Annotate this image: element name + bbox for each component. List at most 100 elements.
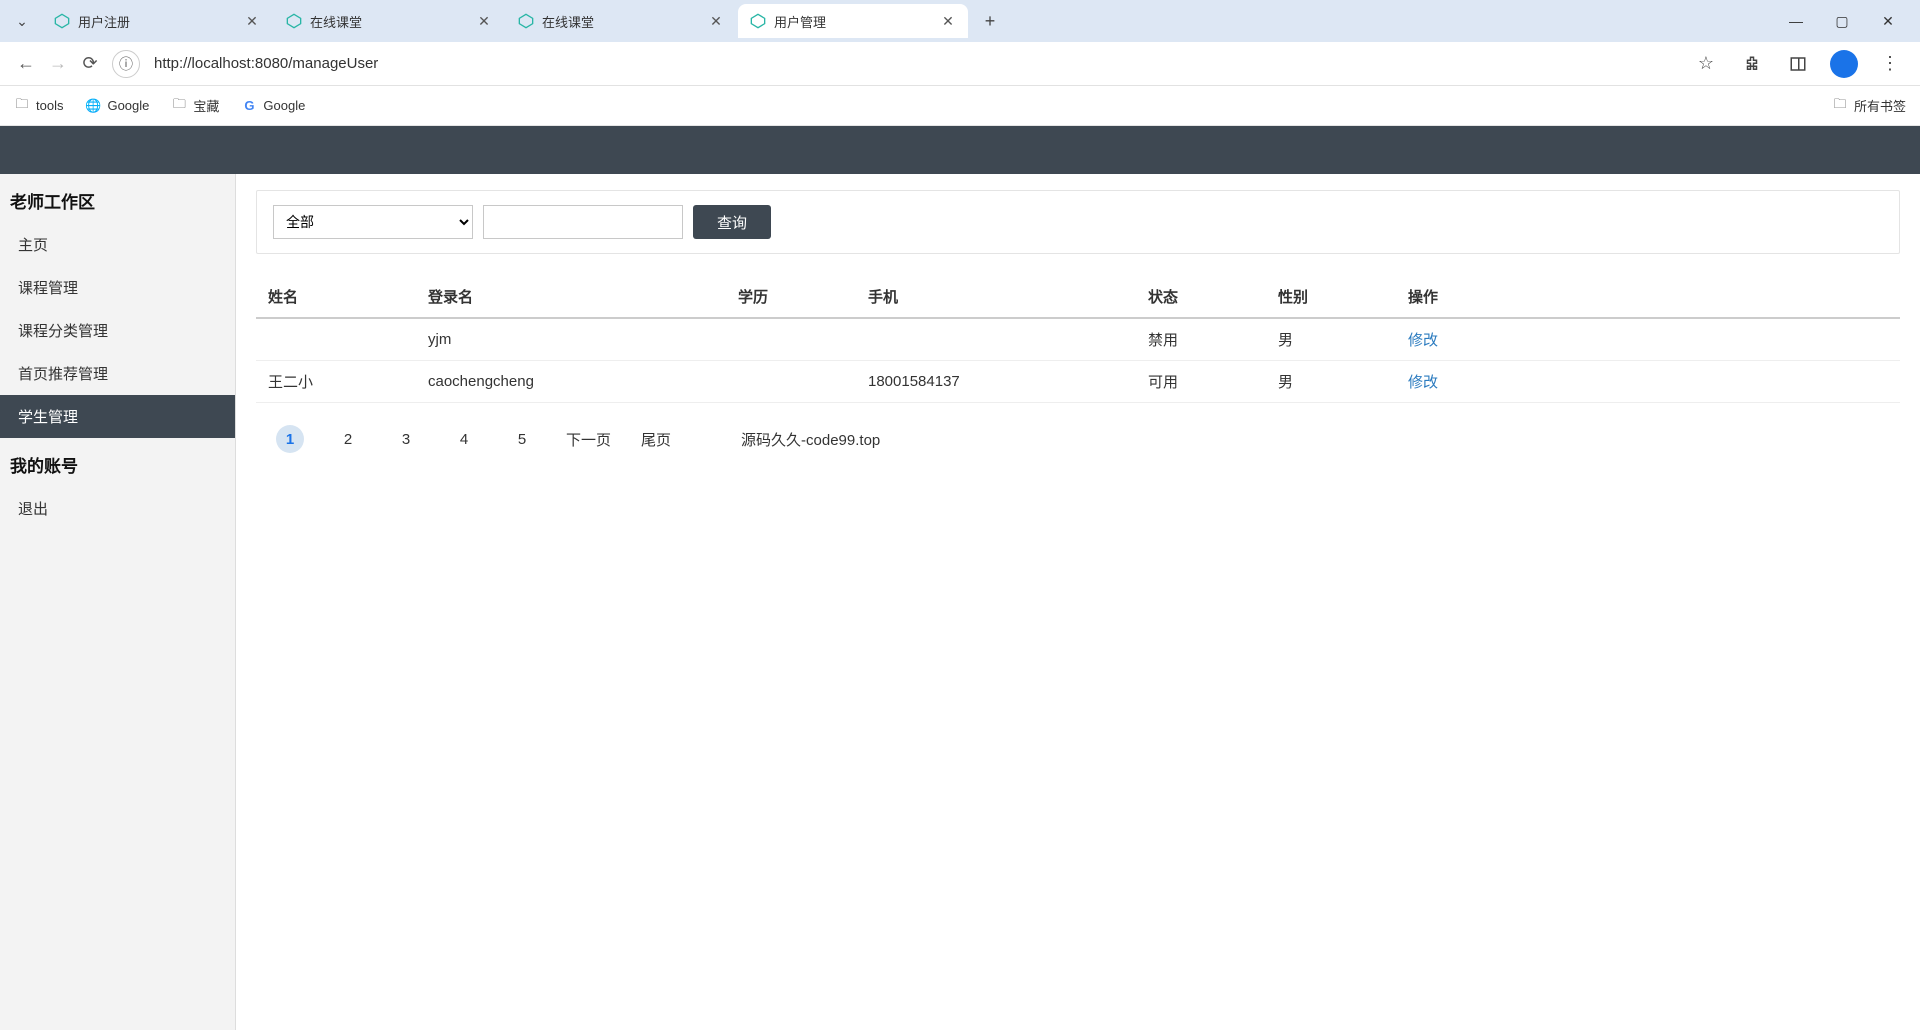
folder-icon: 🗀	[171, 98, 187, 114]
tab-title: 用户注册	[78, 12, 236, 31]
col-login: 登录名	[416, 276, 726, 318]
col-edu: 学历	[726, 276, 856, 318]
google-g-icon: G	[241, 98, 257, 114]
extensions-icon[interactable]	[1738, 50, 1766, 78]
sidebar-item-logout[interactable]: 退出	[0, 487, 235, 530]
cell-edu	[726, 318, 856, 361]
side-panel-icon[interactable]	[1784, 50, 1812, 78]
bookmark-label: Google	[107, 98, 149, 113]
search-button[interactable]: 查询	[693, 205, 771, 239]
bookmark-baozang[interactable]: 🗀 宝藏	[171, 96, 219, 115]
sidebar-item-course[interactable]: 课程管理	[0, 266, 235, 309]
col-phone: 手机	[856, 276, 1136, 318]
browser-tab-active[interactable]: 用户管理 ✕	[738, 4, 968, 38]
col-status: 状态	[1136, 276, 1266, 318]
all-bookmarks[interactable]: 🗀 所有书签	[1832, 96, 1906, 115]
browser-tab[interactable]: 在线课堂 ✕	[506, 4, 736, 38]
content-area: 全部 查询 姓名 登录名 学历 手机 状态 性别 操作 yj	[236, 174, 1920, 1030]
main-layout: code51.cncode51.cncode51.cncode51.cncode…	[0, 174, 1920, 1030]
url-text[interactable]: http://localhost:8080/manageUser	[154, 55, 378, 72]
sidebar-item-category[interactable]: 课程分类管理	[0, 309, 235, 352]
tab-title: 在线课堂	[542, 12, 700, 31]
browser-tab-strip: ⌄ 用户注册 ✕ 在线课堂 ✕ 在线课堂 ✕ 用户管理 ✕ + ― ▢ ✕	[0, 0, 1920, 42]
app-topbar	[0, 126, 1920, 174]
page-next[interactable]: 下一页	[566, 429, 611, 450]
table-row: yjm 禁用 男 修改	[256, 318, 1900, 361]
tab-favicon-icon	[750, 13, 766, 29]
sidebar-item-student[interactable]: 学生管理	[0, 395, 235, 438]
close-icon[interactable]: ✕	[244, 13, 260, 29]
bookmark-label: 所有书签	[1854, 96, 1906, 115]
profile-avatar[interactable]	[1830, 50, 1858, 78]
back-button[interactable]: ←	[10, 48, 42, 80]
tab-favicon-icon	[518, 13, 534, 29]
address-bar: ← → ⟳ ⓘ http://localhost:8080/manageUser…	[0, 42, 1920, 86]
edit-link[interactable]: 修改	[1408, 332, 1438, 349]
footer-note: 源码久久-code99.top	[741, 429, 880, 450]
tab-title: 在线课堂	[310, 12, 468, 31]
filter-panel: 全部 查询	[256, 190, 1900, 254]
page-5[interactable]: 5	[508, 425, 536, 453]
cell-phone: 18001584137	[856, 361, 1136, 403]
cell-edu	[726, 361, 856, 403]
bookmark-google-2[interactable]: G Google	[241, 98, 305, 114]
edit-link[interactable]: 修改	[1408, 374, 1438, 391]
tab-favicon-icon	[286, 13, 302, 29]
cell-gender: 男	[1266, 361, 1396, 403]
bookmark-google-1[interactable]: 🌐 Google	[85, 98, 149, 114]
user-table: 姓名 登录名 学历 手机 状态 性别 操作 yjm 禁用 男 修改	[256, 276, 1900, 403]
page-2[interactable]: 2	[334, 425, 362, 453]
new-tab-button[interactable]: +	[976, 7, 1004, 35]
close-icon[interactable]: ✕	[940, 13, 956, 29]
close-icon[interactable]: ✕	[476, 13, 492, 29]
browser-tab[interactable]: 在线课堂 ✕	[274, 4, 504, 38]
close-window-icon[interactable]: ✕	[1874, 7, 1902, 35]
sidebar: 老师工作区 主页 课程管理 课程分类管理 首页推荐管理 学生管理 我的账号 退出	[0, 174, 236, 1030]
page-1[interactable]: 1	[276, 425, 304, 453]
cell-name: 王二小	[256, 361, 416, 403]
cell-status: 禁用	[1136, 318, 1266, 361]
cell-status: 可用	[1136, 361, 1266, 403]
star-icon[interactable]: ☆	[1692, 50, 1720, 78]
forward-button[interactable]: →	[42, 48, 74, 80]
bookmark-label: tools	[36, 98, 63, 113]
globe-icon: 🌐	[85, 98, 101, 114]
page-3[interactable]: 3	[392, 425, 420, 453]
filter-input[interactable]	[483, 205, 683, 239]
cell-name	[256, 318, 416, 361]
reload-button[interactable]: ⟳	[74, 48, 106, 80]
sidebar-section-teacher: 老师工作区	[0, 174, 235, 223]
sidebar-item-home[interactable]: 主页	[0, 223, 235, 266]
col-name: 姓名	[256, 276, 416, 318]
cell-login: caochengcheng	[416, 361, 726, 403]
bookmark-label: 宝藏	[193, 96, 219, 115]
col-gender: 性别	[1266, 276, 1396, 318]
tab-favicon-icon	[54, 13, 70, 29]
close-icon[interactable]: ✕	[708, 13, 724, 29]
sidebar-section-account: 我的账号	[0, 438, 235, 487]
col-action: 操作	[1396, 276, 1900, 318]
folder-icon: 🗀	[1832, 98, 1848, 114]
folder-icon: 🗀	[14, 98, 30, 114]
cell-phone	[856, 318, 1136, 361]
table-row: 王二小 caochengcheng 18001584137 可用 男 修改	[256, 361, 1900, 403]
tab-title: 用户管理	[774, 12, 932, 31]
site-info-icon[interactable]: ⓘ	[112, 50, 140, 78]
browser-tab[interactable]: 用户注册 ✕	[42, 4, 272, 38]
maximize-icon[interactable]: ▢	[1828, 7, 1856, 35]
table-header-row: 姓名 登录名 学历 手机 状态 性别 操作	[256, 276, 1900, 318]
cell-login: yjm	[416, 318, 726, 361]
page-last[interactable]: 尾页	[641, 429, 671, 450]
bookmark-tools[interactable]: 🗀 tools	[14, 98, 63, 114]
window-controls: ― ▢ ✕	[1782, 7, 1912, 35]
page-4[interactable]: 4	[450, 425, 478, 453]
cell-gender: 男	[1266, 318, 1396, 361]
bookmark-bar: 🗀 tools 🌐 Google 🗀 宝藏 G Google 🗀 所有书签	[0, 86, 1920, 126]
filter-select[interactable]: 全部	[273, 205, 473, 239]
sidebar-item-recommend[interactable]: 首页推荐管理	[0, 352, 235, 395]
minimize-icon[interactable]: ―	[1782, 7, 1810, 35]
pagination: 1 2 3 4 5 下一页 尾页 源码久久-code99.top	[256, 425, 1900, 453]
tab-list-dropdown[interactable]: ⌄	[8, 7, 36, 35]
bookmark-label: Google	[263, 98, 305, 113]
menu-icon[interactable]: ⋮	[1876, 50, 1904, 78]
